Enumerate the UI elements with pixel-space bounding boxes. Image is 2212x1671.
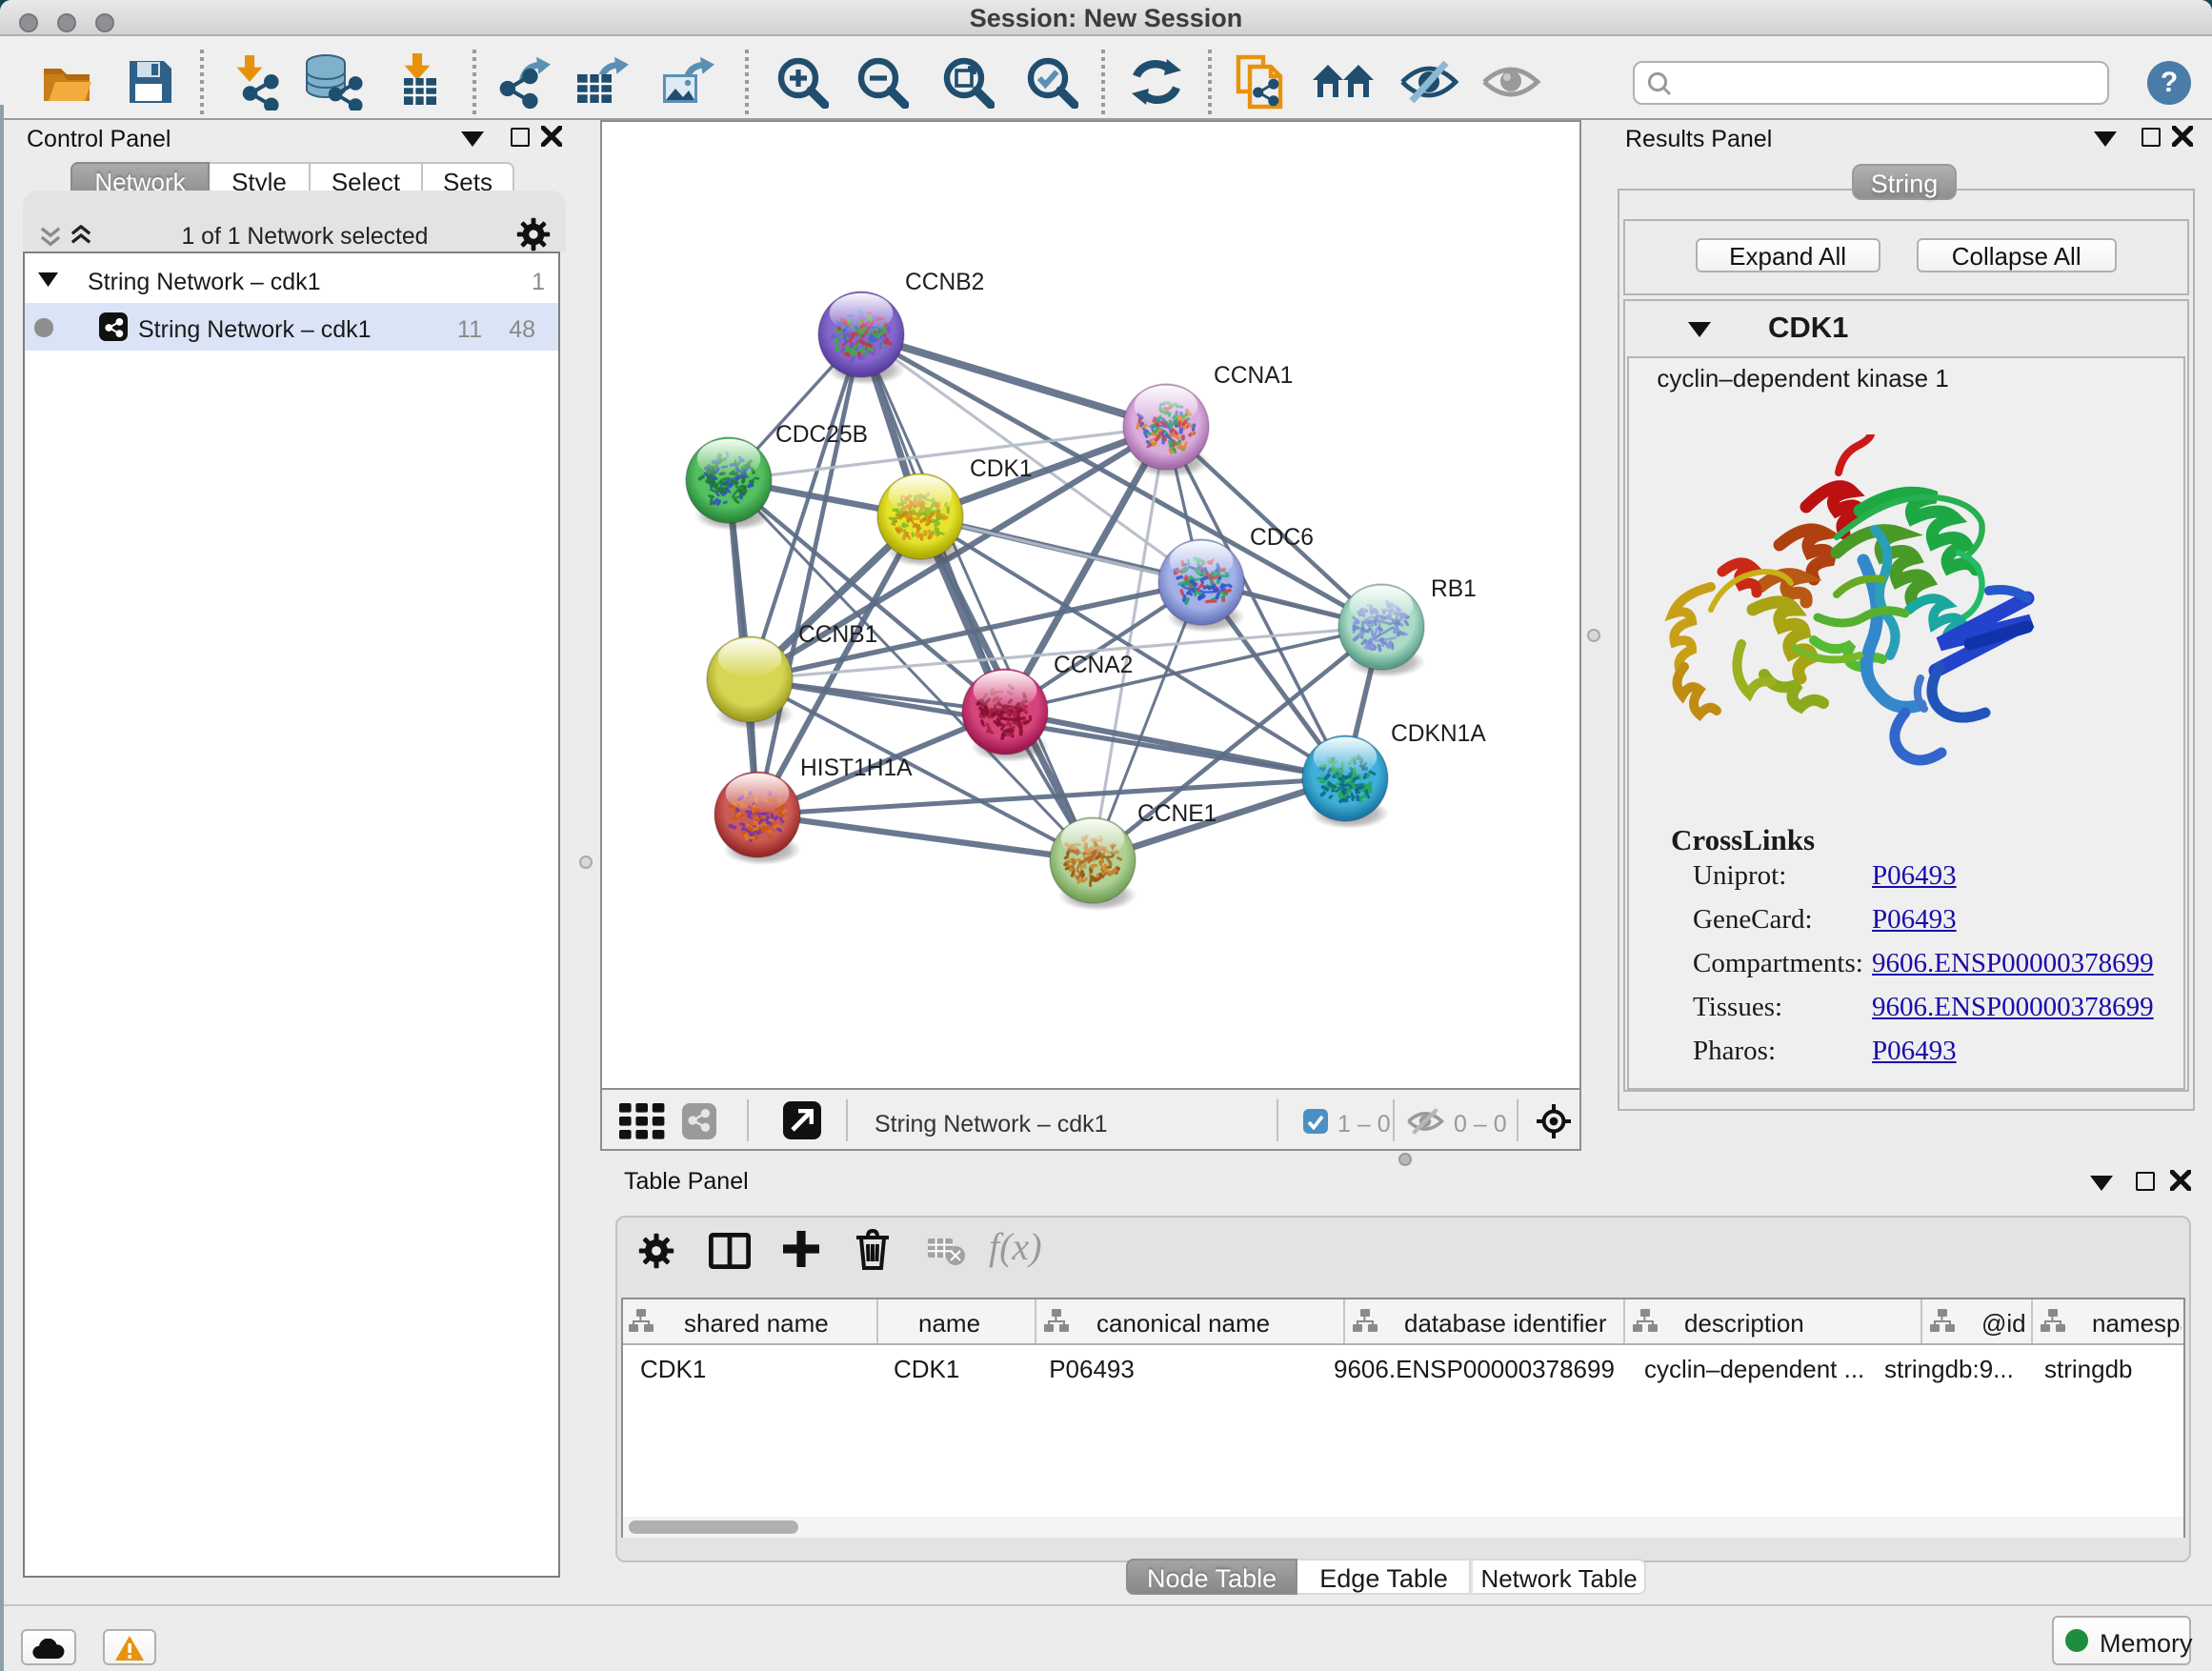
svg-text:CCNB1: CCNB1: [798, 622, 877, 648]
svg-text:CCNA1: CCNA1: [1214, 363, 1293, 389]
svg-text:CDC6: CDC6: [1250, 525, 1314, 551]
svg-text:RB1: RB1: [1431, 576, 1477, 602]
svg-text:CDKN1A: CDKN1A: [1391, 721, 1486, 747]
svg-text:CCNB2: CCNB2: [905, 270, 984, 295]
svg-text:CCNA2: CCNA2: [1054, 653, 1133, 678]
svg-text:CCNE1: CCNE1: [1137, 801, 1217, 827]
svg-text:CDK1: CDK1: [970, 456, 1033, 482]
svg-text:HIST1H1A: HIST1H1A: [800, 755, 913, 781]
svg-text:CDC25B: CDC25B: [775, 422, 868, 448]
